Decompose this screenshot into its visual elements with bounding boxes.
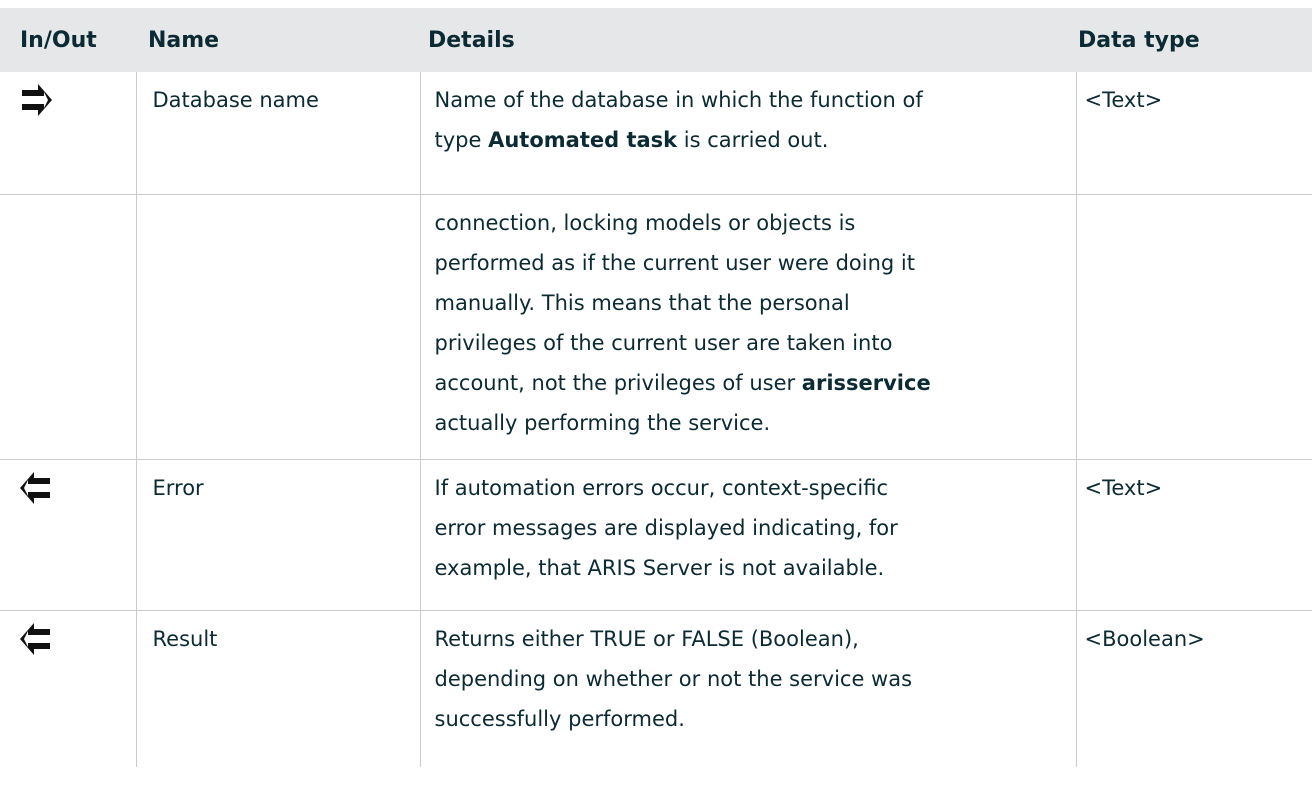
table-header: In/Out Name Details Data type bbox=[0, 8, 1312, 72]
details-bold-term: arisservice bbox=[801, 371, 931, 395]
details-line: connection, locking models or objects is bbox=[434, 211, 856, 235]
param-data-type bbox=[1076, 194, 1312, 460]
details-text: account, not the privileges of user bbox=[434, 371, 802, 395]
details-line: privileges of the current user are taken… bbox=[434, 331, 893, 355]
details-line: type Automated task is carried out. bbox=[435, 120, 1062, 160]
arrow-left-icon bbox=[20, 472, 50, 504]
details-line: depending on whether or not the service … bbox=[434, 667, 913, 691]
param-data-type: <Boolean> bbox=[1084, 627, 1205, 651]
details-line: example, that ARIS Server is not availab… bbox=[434, 556, 885, 580]
details-text: is carried out. bbox=[677, 128, 829, 152]
param-name: Result bbox=[136, 610, 421, 767]
details-bold-term: Automated task bbox=[488, 128, 678, 152]
details-line: If automation errors occur, context-spec… bbox=[434, 476, 889, 500]
table-row: connection, locking models or objects is… bbox=[0, 194, 1312, 460]
details-line: actually performing the service. bbox=[434, 411, 771, 435]
param-name: Error bbox=[136, 459, 421, 611]
param-name: Database name bbox=[136, 72, 421, 195]
header-in-out: In/Out bbox=[20, 27, 97, 53]
param-data-type: <Text> bbox=[1076, 459, 1312, 611]
details-line: account, not the privileges of user aris… bbox=[435, 363, 1062, 403]
details-line: Name of the database in which the functi… bbox=[434, 88, 923, 112]
direction-cell bbox=[0, 459, 137, 611]
header-row: In/Out Name Details Data type bbox=[0, 8, 1312, 72]
direction-cell bbox=[0, 194, 137, 460]
parameter-table: In/Out Name Details Data type Database n… bbox=[0, 8, 1312, 767]
top-band bbox=[0, 0, 1312, 8]
direction-cell bbox=[0, 72, 137, 195]
arrow-right-icon bbox=[22, 84, 52, 116]
param-name bbox=[136, 194, 421, 460]
header-details: Details bbox=[428, 27, 515, 53]
table-row: Database name Name of the database in wh… bbox=[0, 72, 1312, 195]
direction-cell bbox=[0, 610, 137, 767]
param-data-type: <Text> bbox=[1076, 72, 1312, 195]
details-line: Returns either TRUE or FALSE (Boolean), bbox=[434, 627, 859, 651]
details-text: type bbox=[434, 128, 489, 152]
arrow-left-icon bbox=[20, 623, 50, 655]
details-line: performed as if the current user were do… bbox=[434, 251, 915, 275]
param-details: If automation errors occur, context-spec… bbox=[420, 459, 1077, 611]
details-line: manually. This means that the personal bbox=[434, 291, 850, 315]
header-data-type: Data type bbox=[1078, 27, 1200, 53]
param-details: Returns either TRUE or FALSE (Boolean), … bbox=[420, 610, 1077, 767]
table-row: Result Returns either TRUE or FALSE (Boo… bbox=[0, 610, 1312, 767]
details-line: error messages are displayed indicating,… bbox=[434, 516, 898, 540]
details-line: successfully performed. bbox=[434, 707, 685, 731]
table-row: Error If automation errors occur, contex… bbox=[0, 459, 1312, 611]
param-details: Name of the database in which the functi… bbox=[420, 72, 1077, 195]
param-details: connection, locking models or objects is… bbox=[420, 194, 1077, 460]
header-name: Name bbox=[148, 27, 220, 53]
